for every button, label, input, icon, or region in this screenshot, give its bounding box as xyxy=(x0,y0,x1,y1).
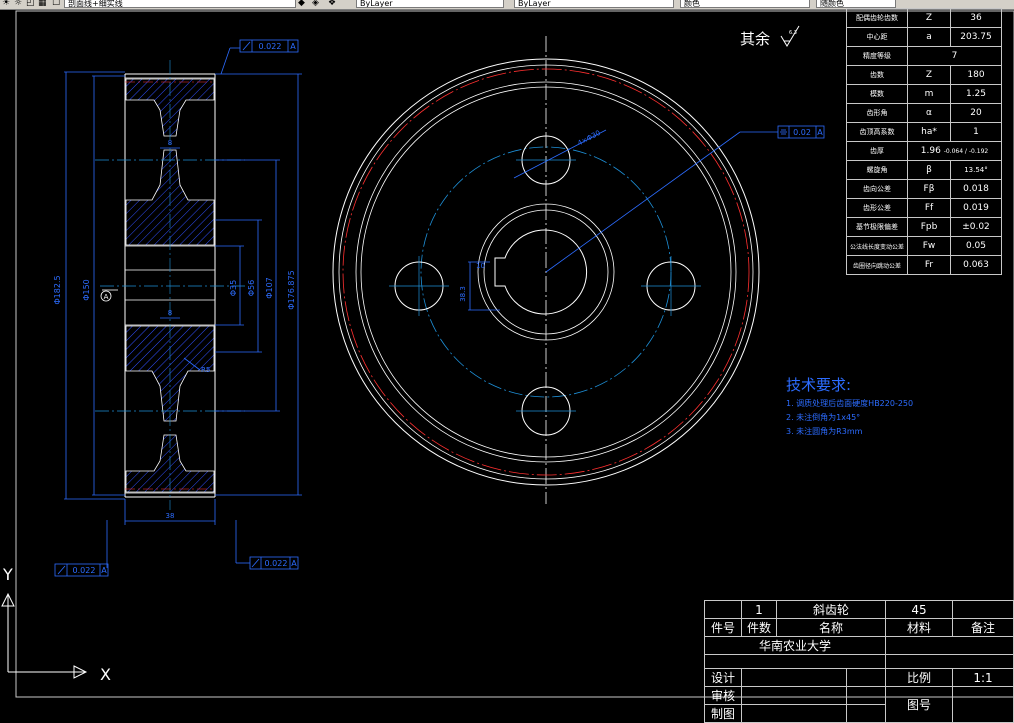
table-row: 中心距 a 203.75 xyxy=(846,27,1002,47)
gtol-top-datum: A xyxy=(290,42,296,51)
table-row: 齿向公差 Fβ 0.018 xyxy=(846,179,1002,199)
dim-small1: 8 xyxy=(168,139,172,147)
table-row xyxy=(704,654,1014,669)
dim-d1: Φ182.5 xyxy=(53,275,62,304)
dim-d6: Φ176.875 xyxy=(287,270,296,309)
ucs-y-label: Y xyxy=(2,565,13,584)
tech-heading: 技术要求: xyxy=(786,376,852,394)
dim-hole: 4×Φ30 xyxy=(576,129,602,148)
tech-item: 1. 调质处理后齿面硬度HB220-250 xyxy=(786,399,914,408)
table-row: 件号 件数 名称 材料 备注 xyxy=(704,618,1014,637)
gear-parameter-table: 配偶齿轮齿数 Z 36 中心距 a 203.75 精度等级 7 齿数 Z 180 模数 m 1.2… xyxy=(846,8,1002,275)
table-row: 审核 图号 xyxy=(704,686,1014,723)
dim-small2: R5 xyxy=(201,366,210,374)
table-row: 齿形公差 Ff 0.019 xyxy=(846,198,1002,218)
table-row: 1 斜齿轮 45 xyxy=(704,600,1014,619)
table-row: 齿圈径向跳动公差 Fr 0.063 xyxy=(846,255,1002,275)
dim-small3: 8 xyxy=(168,309,172,317)
table-row: 精度等级 7 xyxy=(846,46,1002,66)
table-row: 公法线长度变动公差 Fw 0.05 xyxy=(846,236,1002,256)
roughness-value: 6.3 xyxy=(789,30,797,36)
dim-key: 10 xyxy=(476,262,485,270)
front-view xyxy=(332,36,760,504)
roughness-icon xyxy=(780,25,800,47)
dim-width: 38 xyxy=(166,512,175,520)
table-row: 齿厚 1.96 -0.064 / -0.192 xyxy=(846,141,1002,161)
datum-label: A xyxy=(104,293,109,301)
table-row: 螺旋角 β 13.54° xyxy=(846,160,1002,180)
table-row: 齿形角 α 20 xyxy=(846,103,1002,123)
gtol-right-value: 0.022 xyxy=(265,559,288,568)
gtol-left-value: 0.022 xyxy=(73,566,96,575)
dim-hub-depth: 38.3 xyxy=(459,286,467,302)
section-view xyxy=(95,60,245,510)
tech-item: 2. 未注倒角为1x45° xyxy=(786,413,861,422)
surface-finish-note: 其余 xyxy=(740,30,771,48)
tech-item: 3. 未注圆角为R3mm xyxy=(786,427,863,436)
table-row: 配偶齿轮齿数 Z 36 xyxy=(846,8,1002,28)
title-block: 1 斜齿轮 45 件号 件数 名称 材料 备注 华南农业大学 设计 比例 1:1… xyxy=(704,600,1014,723)
dim-d3: Φ35 xyxy=(229,280,238,296)
gtol-top-value: 0.022 xyxy=(259,42,282,51)
ucs-icon xyxy=(1,592,88,679)
dim-d5: Φ107 xyxy=(265,277,274,299)
ucs-x-label: X xyxy=(100,665,111,684)
gtol-sym-datum: A xyxy=(817,128,823,137)
technical-requirements: 技术要求: 1. 调质处理后齿面硬度HB220-250 2. 未注倒角为1x45… xyxy=(786,374,913,437)
table-row: 设计 比例 1:1 xyxy=(704,668,1014,687)
table-row: 齿顶高系数 ha* 1 xyxy=(846,122,1002,142)
gtol-left-datum: A xyxy=(101,566,107,575)
dim-d4: Φ56 xyxy=(247,280,256,296)
table-row: 齿数 Z 180 xyxy=(846,65,1002,85)
front-dimensions xyxy=(468,129,778,311)
dim-d2: Φ150 xyxy=(82,279,91,301)
table-row: 模数 m 1.25 xyxy=(846,84,1002,104)
gtol-sym-value: 0.02 xyxy=(793,128,811,137)
table-row: 华南农业大学 xyxy=(704,636,1014,655)
gtol-right-datum: A xyxy=(291,559,297,568)
table-row: 基节极限偏差 Fpb ±0.02 xyxy=(846,217,1002,237)
